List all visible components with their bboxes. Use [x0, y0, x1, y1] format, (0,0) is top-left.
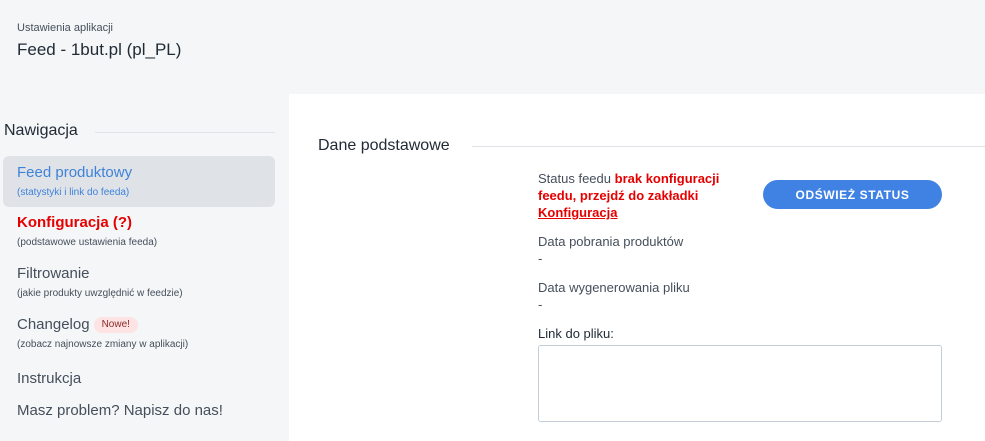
sidebar: Nawigacja Feed produktowy (statystyki i … [0, 94, 289, 441]
sidebar-item-label: Instrukcja [17, 370, 82, 387]
sidebar-item-label: Filtrowanie [17, 265, 90, 282]
sidebar-item-konfiguracja[interactable]: Konfiguracja (?) (podstawowe ustawienia … [3, 214, 275, 254]
sidebar-item-description: (podstawowe ustawienia feeda) [17, 237, 158, 248]
file-link-textarea[interactable] [538, 345, 942, 422]
page-title: Feed - 1but.pl (pl_PL) [17, 40, 182, 59]
nav-divider [95, 132, 275, 133]
refresh-status-button[interactable]: ODŚWIEŻ STATUS [763, 180, 942, 209]
feed-status: Status feedu brak konfiguracji feedu, pr… [538, 170, 738, 221]
sidebar-item-changelog[interactable]: Changelog Nowe! (zobacz najnowsze zmiany … [3, 316, 275, 356]
sidebar-item-description: (jakie produkty uwzględnić w feedzie) [17, 288, 183, 299]
file-generation-date-label: Data wygenerowania pliku [538, 280, 690, 295]
section-title: Dane podstawowe [318, 137, 450, 154]
main-panel: Dane podstawowe Status feedu brak konfig… [289, 94, 985, 441]
sidebar-item-label: Masz problem? Napisz do nas! [17, 402, 223, 419]
file-generation-date-value: - [538, 297, 543, 312]
file-link-label: Link do pliku: [538, 326, 614, 341]
nav-heading: Nawigacja [4, 122, 78, 139]
sidebar-item-label: Konfiguracja (?) [17, 214, 132, 231]
sidebar-item-contact[interactable]: Masz problem? Napisz do nas! [3, 402, 275, 424]
products-fetch-date-value: - [538, 251, 543, 266]
sidebar-item-description: (zobacz najnowsze zmiany w aplikacji) [17, 339, 189, 350]
sidebar-item-label: Feed produktowy [17, 164, 133, 181]
sidebar-item-label-wrap: Changelog Nowe! [17, 316, 275, 334]
app-header: Ustawienia aplikacji Feed - 1but.pl (pl_… [0, 0, 985, 94]
new-badge: Nowe! [93, 317, 138, 333]
configuration-link[interactable]: Konfiguracja [538, 205, 617, 220]
sidebar-item-description: (statystyki i link do feeda) [17, 187, 130, 198]
products-fetch-date-label: Data pobrania produktów [538, 234, 684, 249]
sidebar-item-label: Changelog [17, 316, 90, 333]
sidebar-item-instrukcja[interactable]: Instrukcja [3, 370, 275, 392]
sidebar-item-feed-produktowy[interactable]: Feed produktowy (statystyki i link do fe… [3, 156, 275, 207]
sidebar-item-filtrowanie[interactable]: Filtrowanie (jakie produkty uwzględnić w… [3, 265, 275, 305]
app-subtitle: Ustawienia aplikacji [17, 22, 113, 34]
status-label: Status feedu [538, 171, 611, 186]
section-divider [472, 146, 985, 147]
